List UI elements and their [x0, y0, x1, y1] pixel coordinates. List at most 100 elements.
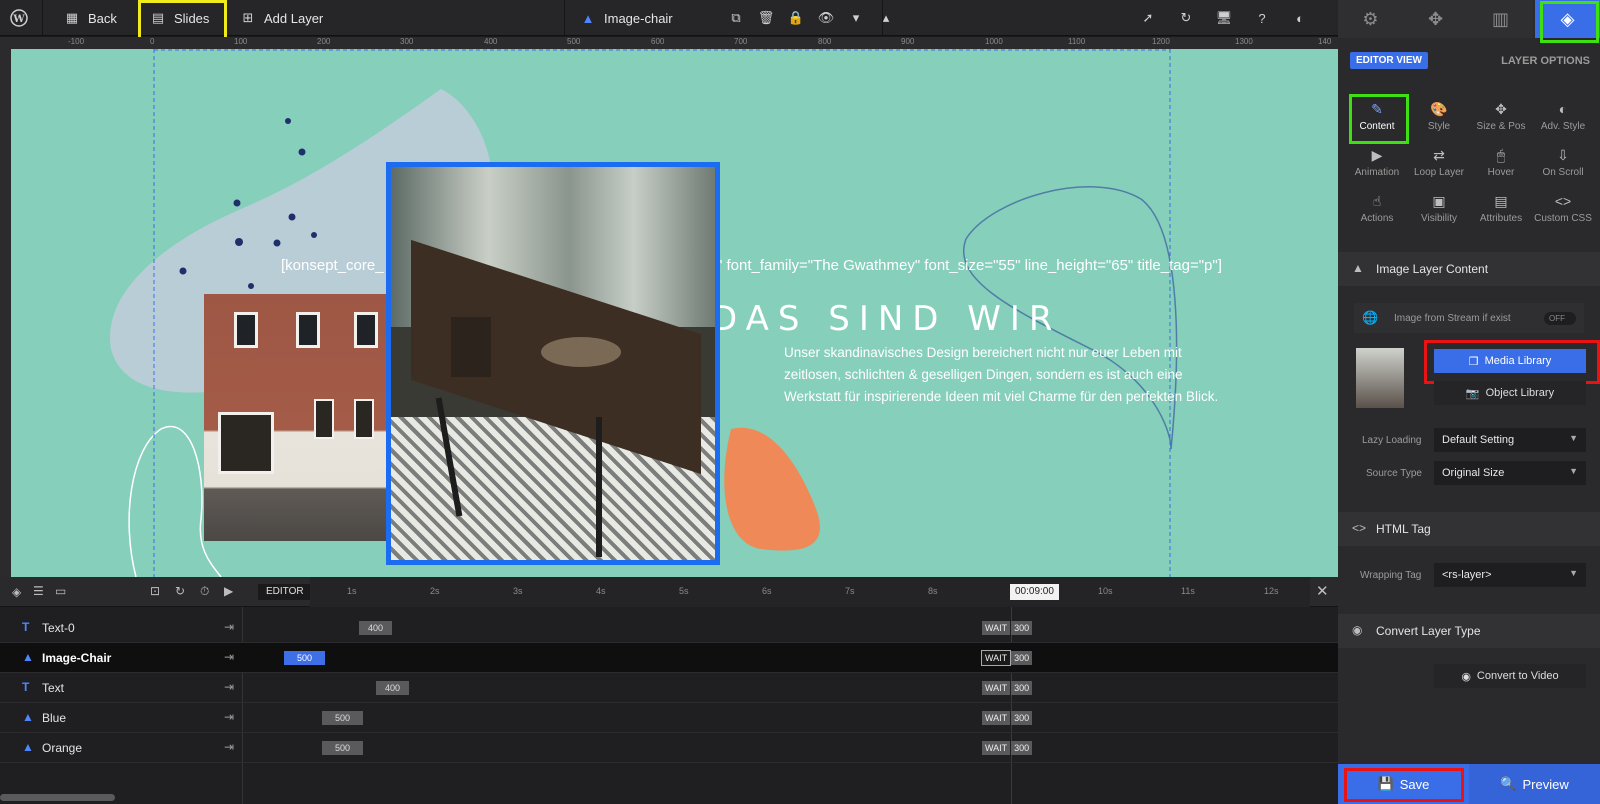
- contrast-icon: ◐: [1558, 101, 1568, 117]
- save-highlight: [1344, 768, 1464, 802]
- adv-style-option[interactable]: ◐ Adv. Style: [1532, 100, 1594, 132]
- timer-icon[interactable]: ⏱: [200, 584, 209, 599]
- animation-bar[interactable]: 500: [284, 651, 325, 665]
- convert-layer-header[interactable]: ◉ Convert Layer Type: [1338, 614, 1600, 648]
- snap-icon[interactable]: ⊡: [150, 584, 160, 598]
- animation-bar[interactable]: 500: [322, 741, 363, 755]
- expand-icon[interactable]: ⇥: [224, 650, 234, 664]
- animation-bar[interactable]: 400: [376, 681, 409, 695]
- wait-block[interactable]: WAIT 300: [982, 621, 1033, 635]
- wait-block[interactable]: WAIT 300: [982, 681, 1033, 695]
- wordpress-logo-button[interactable]: W: [10, 0, 28, 36]
- editor-view-badge[interactable]: EDITOR VIEW: [1350, 52, 1428, 69]
- expand-icon[interactable]: ⇥: [224, 740, 234, 754]
- duplicate-icon[interactable]: ⧉: [728, 10, 744, 26]
- camera-icon: 📷: [1465, 387, 1480, 400]
- move-icon: ✥: [1495, 101, 1507, 117]
- attributes-option[interactable]: ▤ Attributes: [1470, 192, 1532, 224]
- on-scroll-option[interactable]: ⇩ On Scroll: [1532, 146, 1594, 178]
- navigation-icon: ✥: [1427, 8, 1444, 29]
- animation-bar[interactable]: 400: [359, 621, 392, 635]
- source-type-select[interactable]: Original Size ▼: [1434, 461, 1586, 485]
- stream-toggle[interactable]: OFF: [1544, 312, 1576, 325]
- timeline-scrollbar[interactable]: [0, 794, 115, 801]
- image-layer-content-header[interactable]: ▲ Image Layer Content: [1338, 252, 1600, 286]
- chevron-down-icon: ▼: [1569, 433, 1578, 443]
- help-icon[interactable]: ?: [1254, 10, 1270, 26]
- wait-block[interactable]: WAIT 300: [980, 650, 1033, 666]
- convert-to-video-button[interactable]: ◉ Convert to Video: [1434, 664, 1586, 688]
- editor-label[interactable]: EDITOR: [258, 584, 312, 600]
- lazy-loading-select[interactable]: Default Setting ▼: [1434, 428, 1586, 452]
- current-time-marker[interactable]: 00:09:00: [1010, 584, 1059, 600]
- visibility-option[interactable]: ▣ Visibility: [1408, 192, 1470, 224]
- preview-button[interactable]: 🔍 Preview: [1469, 764, 1600, 804]
- layer-options-title: LAYER OPTIONS: [1501, 55, 1590, 67]
- wait-block[interactable]: WAIT 300: [982, 741, 1033, 755]
- timeline-row[interactable]: ▲ Orange ⇥ 500 WAIT 300: [0, 733, 1338, 763]
- animation-bar[interactable]: 500: [322, 711, 363, 725]
- actions-option[interactable]: ☝ Actions: [1346, 192, 1408, 224]
- chair-image-layer[interactable]: [386, 162, 720, 565]
- slide-paragraph[interactable]: Unser skandinavisches Design bereichert …: [784, 342, 1234, 408]
- visibility-icon[interactable]: 👁: [818, 10, 835, 26]
- expand-icon[interactable]: ⇥: [224, 710, 234, 724]
- slide-heading[interactable]: DAS SIND WIR: [711, 299, 1062, 339]
- contrast-icon[interactable]: ◐: [1292, 10, 1308, 26]
- timeline-row[interactable]: T Text-0 ⇥ 400 WAIT 300: [0, 613, 1338, 643]
- expand-icon[interactable]: ⇥: [224, 680, 234, 694]
- stream-row: 🌐 Image from Stream if exist OFF: [1354, 303, 1584, 333]
- slide-canvas[interactable]: [konsept_core_ " font_family="The Gwathm…: [11, 49, 1338, 577]
- style-option[interactable]: 🎨 Style: [1408, 100, 1470, 132]
- timeline-header: ◈ ☰ ▭ ⊡ ↻ ⏱ ▶ EDITOR 1s 2s 3s 4s 5s 6s 7…: [0, 577, 1338, 607]
- view-tools: ➚ ↻ 🖥 ? ◐: [1140, 0, 1308, 36]
- image-layer-icon: ▲: [22, 710, 34, 724]
- folder-icon[interactable]: ▭: [55, 584, 66, 598]
- current-layer[interactable]: ▲ Image-chair: [580, 0, 673, 36]
- animation-option[interactable]: ▶ Animation: [1346, 146, 1408, 178]
- lock-icon[interactable]: 🔒: [788, 10, 804, 26]
- time-scale[interactable]: [310, 577, 1310, 607]
- slide-options-tab[interactable]: ▥: [1468, 0, 1533, 38]
- back-button[interactable]: ▦ Back: [64, 0, 117, 36]
- list-icon[interactable]: ☰: [33, 584, 44, 598]
- loop-icon[interactable]: ↻: [175, 584, 185, 598]
- text-layer-icon: T: [22, 620, 30, 634]
- play-icon: ▶: [1371, 147, 1383, 163]
- shortcode-text-right[interactable]: " font_family="The Gwathmey" font_size="…: [717, 257, 1222, 274]
- image-thumbnail[interactable]: [1356, 348, 1404, 408]
- image-layer-icon: ▲: [581, 10, 595, 26]
- delete-icon[interactable]: 🗑: [758, 10, 775, 26]
- slider-settings-tab[interactable]: ⚙: [1338, 0, 1403, 38]
- search-icon: 🔍: [1500, 776, 1517, 791]
- timeline-row[interactable]: ▲ Image-Chair ⇥ 500 WAIT 300: [0, 643, 1338, 673]
- video-icon: ◉: [1461, 670, 1471, 683]
- object-library-button[interactable]: 📷 Object Library: [1434, 381, 1586, 405]
- undo-icon[interactable]: ↻: [1178, 10, 1194, 26]
- image-layer-icon: ▲: [22, 740, 34, 754]
- move-up-icon[interactable]: ▴: [878, 10, 894, 26]
- layers-icon[interactable]: ◈: [12, 585, 21, 599]
- cursor-icon[interactable]: ➚: [1140, 10, 1156, 26]
- custom-css-option[interactable]: <> Custom CSS: [1532, 192, 1594, 224]
- play-icon[interactable]: ▶: [224, 584, 233, 598]
- size-pos-option[interactable]: ✥ Size & Pos: [1470, 100, 1532, 132]
- move-down-icon[interactable]: ▾: [848, 10, 864, 26]
- add-layer-button[interactable]: ⊞ Add Layer: [240, 0, 324, 36]
- timeline-row[interactable]: T Text ⇥ 400 WAIT 300: [0, 673, 1338, 703]
- timeline-row[interactable]: ▲ Blue ⇥ 500 WAIT 300: [0, 703, 1338, 733]
- wrapping-tag-select[interactable]: <rs-layer> ▼: [1434, 563, 1586, 587]
- html-tag-header[interactable]: <> HTML Tag: [1338, 512, 1600, 546]
- close-timeline-icon[interactable]: ✕: [1316, 582, 1329, 600]
- building-photo[interactable]: [204, 294, 390, 541]
- hover-option[interactable]: 🖱 Hover: [1470, 146, 1532, 178]
- wait-block[interactable]: WAIT 300: [982, 711, 1033, 725]
- image-icon: ▲: [1352, 261, 1364, 275]
- desktop-icon[interactable]: 🖥: [1216, 10, 1233, 26]
- layer-tab-highlight: [1540, 1, 1599, 43]
- loop-layer-option[interactable]: ⇄ Loop Layer: [1408, 146, 1470, 178]
- expand-icon[interactable]: ⇥: [224, 620, 234, 634]
- globe-icon: 🌐: [1362, 310, 1379, 325]
- shortcode-text-left[interactable]: [konsept_core_: [281, 257, 384, 274]
- navigation-tab[interactable]: ✥: [1403, 0, 1468, 38]
